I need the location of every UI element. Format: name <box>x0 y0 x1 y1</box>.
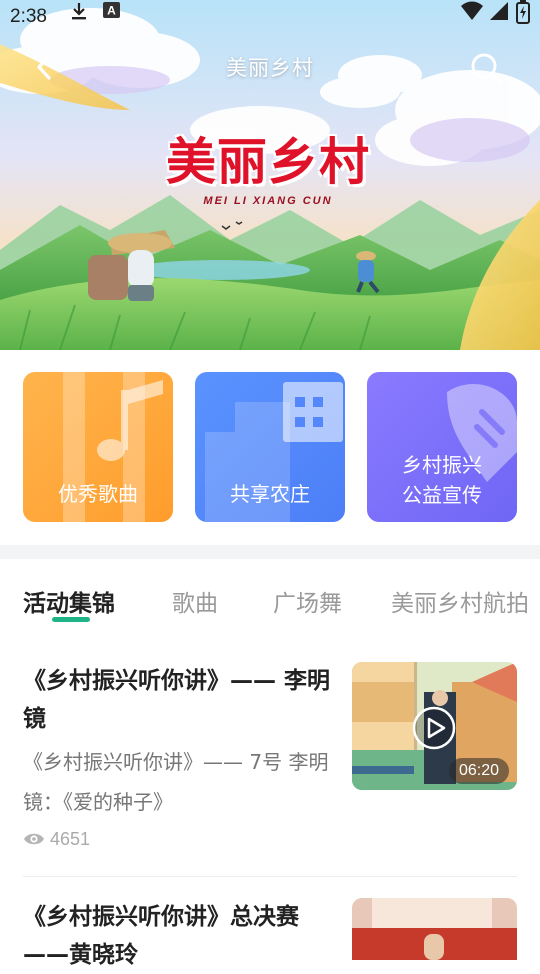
status-bar: 2:38 A <box>0 0 540 36</box>
article-title: 《乡村振兴听你讲》—— 李明镜 <box>23 668 331 732</box>
battery-icon <box>516 0 530 24</box>
view-count: 4651 <box>23 828 90 850</box>
category-label: 优秀歌曲 <box>58 482 138 506</box>
chevron-left-icon <box>37 54 51 80</box>
category-card-songs[interactable]: 优秀歌曲 <box>23 372 173 522</box>
status-time: 2:38 <box>10 6 47 27</box>
banner-subtitle: MEI LI XIANG CUN <box>203 195 333 207</box>
eye-icon <box>24 834 44 845</box>
play-button[interactable] <box>412 706 456 750</box>
thumbnail-image <box>352 898 517 960</box>
tab-bar: 活动集锦 歌曲 广场舞 美丽乡村航拍 <box>0 559 540 639</box>
video-thumbnail[interactable] <box>352 898 517 960</box>
video-thumbnail[interactable]: 06:20 <box>352 662 517 790</box>
tab-aerial[interactable]: 美丽乡村航拍 <box>391 584 529 618</box>
banner-title: 美丽乡村 <box>166 133 370 191</box>
tab-songs[interactable]: 歌曲 <box>172 584 218 618</box>
category-label-line1: 乡村振兴 <box>402 453 482 477</box>
section-divider <box>0 545 540 559</box>
search-icon <box>471 53 502 84</box>
article-description: 《乡村振兴听你讲》—— 7号 李明镜：《爱的种子》 <box>23 750 329 814</box>
category-cards: 优秀歌曲 共享农庄 乡村振兴 公益宣传 <box>0 350 540 545</box>
download-icon <box>72 3 86 20</box>
keyboard-a-icon: A <box>103 2 120 18</box>
tab-activities[interactable]: 活动集锦 <box>23 584 115 618</box>
category-card-rural-revitalization[interactable]: 乡村振兴 公益宣传 <box>367 372 517 522</box>
hero-banner: 2:38 A 美丽乡村 美丽乡村 MEI LI XIANG CUN <box>0 0 540 350</box>
video-duration: 06:20 <box>448 758 509 784</box>
back-button[interactable] <box>28 50 62 84</box>
signal-icon <box>490 2 508 20</box>
category-label-line2: 公益宣传 <box>402 483 482 507</box>
category-card-farm[interactable]: 共享农庄 <box>195 372 345 522</box>
tab-square-dance[interactable]: 广场舞 <box>273 584 342 618</box>
page-title: 美丽乡村 <box>226 56 314 80</box>
svg-text:A: A <box>107 4 116 18</box>
category-label: 乡村振兴 公益宣传 <box>367 450 517 510</box>
wifi-icon <box>461 1 483 20</box>
active-tab-indicator <box>52 617 90 622</box>
category-label: 共享农庄 <box>230 482 310 506</box>
view-count-value: 4651 <box>50 828 91 849</box>
play-icon <box>412 706 456 750</box>
list-item[interactable]: 《乡村振兴听你讲》—— 李明镜 《乡村振兴听你讲》—— 7号 李明镜：《爱的种子… <box>23 662 517 862</box>
search-button[interactable] <box>468 50 504 86</box>
list-item[interactable]: 《乡村振兴听你讲》总决赛——黄晓玲 <box>23 898 517 968</box>
article-title: 《乡村振兴听你讲》总决赛——黄晓玲 <box>23 904 299 968</box>
list-separator <box>23 876 517 877</box>
